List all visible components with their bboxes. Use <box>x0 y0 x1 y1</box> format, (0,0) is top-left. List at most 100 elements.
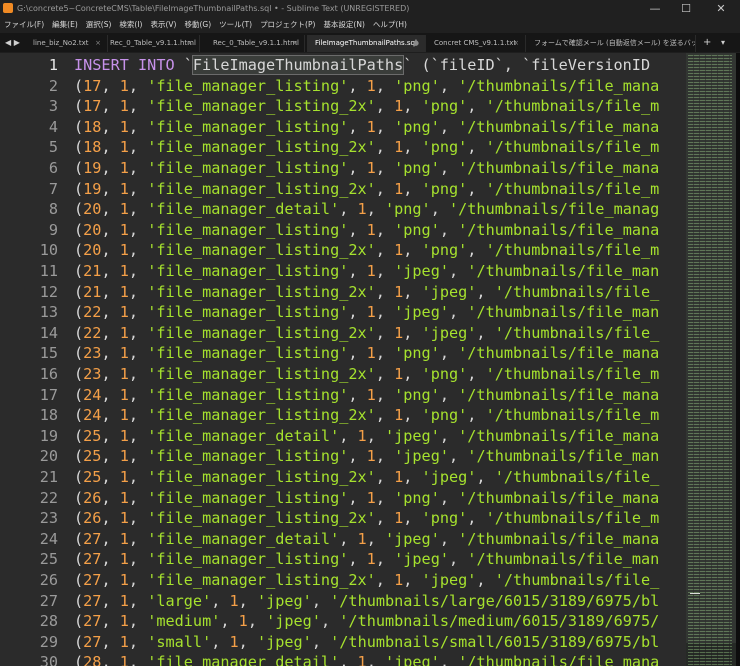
token-punc: , <box>339 426 358 445</box>
code-line[interactable]: 26 (27, 1, 'file_manager_listing_2x', 1, … <box>0 570 686 591</box>
code-line[interactable]: 29 (27, 1, 'small', 1, 'jpeg', '/thumbnai… <box>0 632 686 653</box>
token-punc: , <box>101 571 120 589</box>
menu-project[interactable]: プロジェクト(P) <box>256 17 319 33</box>
menu-edit[interactable]: 編集(E) <box>48 17 82 33</box>
token-num: 1 <box>119 468 129 486</box>
code-line[interactable]: 12 (21, 1, 'file_manager_listing_2x', 1, … <box>0 282 686 303</box>
tab-rec-table-1[interactable]: Rec_0_Table_v9.1.1.html × <box>102 35 200 52</box>
tab-list-chevron-icon[interactable]: ▾ <box>721 33 725 52</box>
minimize-button[interactable]: — <box>640 0 670 17</box>
token-punc: , <box>101 323 120 342</box>
menu-file[interactable]: ファイル(F) <box>0 17 48 33</box>
code-line[interactable]: 19 (25, 1, 'file_manager_detail', 1, 'jpe… <box>0 426 686 447</box>
code-line[interactable]: 11 (21, 1, 'file_manager_listing', 1, 'jp… <box>0 261 686 282</box>
token-num: 20 <box>83 200 102 219</box>
code-line[interactable]: 27 (27, 1, 'large', 1, 'jpeg', '/thumbnai… <box>0 591 686 612</box>
token-num: 1 <box>119 406 129 425</box>
menu-selection[interactable]: 選択(S) <box>82 17 116 33</box>
tab-close-icon[interactable]: × <box>187 35 193 52</box>
token-str: 'file_manager_listing_2x' <box>147 323 376 342</box>
token-punc: , <box>375 282 395 301</box>
code-line[interactable]: 6 (19, 1, 'file_manager_listing', 1, 'png… <box>0 158 686 179</box>
new-tab-plus-icon[interactable]: + <box>703 33 711 52</box>
minimap-viewport[interactable] <box>686 53 736 643</box>
token-num: 1 <box>394 571 404 589</box>
code-line[interactable]: 25 (27, 1, 'file_manager_listing', 1, 'jp… <box>0 549 686 570</box>
code-line[interactable]: 1 INSERT INTO `FileImageThumbnailPaths` (… <box>0 55 686 76</box>
token-kw: INTO <box>138 56 175 74</box>
code-line[interactable]: 8 (20, 1, 'file_manager_detail', 1, 'png'… <box>0 199 686 220</box>
token-str: 'jpeg' <box>384 529 440 548</box>
close-window-button[interactable]: ✕ <box>706 0 736 17</box>
tab-close-icon[interactable]: × <box>95 35 101 52</box>
code-line[interactable]: 2 (17, 1, 'file_manager_listing', 1, 'png… <box>0 76 686 97</box>
code-line[interactable]: 21 (25, 1, 'file_manager_listing_2x', 1, … <box>0 467 686 488</box>
code-line[interactable]: 28 (27, 1, 'medium', 1, 'jpeg', '/thumbna… <box>0 611 686 632</box>
code-line[interactable]: 9 (20, 1, 'file_manager_listing', 1, 'png… <box>0 220 686 241</box>
token-punc: , <box>238 591 257 610</box>
tab-close-icon[interactable]: × <box>513 35 519 52</box>
line-number: 8 <box>48 200 58 219</box>
token-str: 'png' <box>394 76 440 95</box>
code-line[interactable]: 23 (26, 1, 'file_manager_listing_2x', 1, … <box>0 508 686 529</box>
token-num: 1 <box>366 117 376 136</box>
token-punc: , <box>128 323 148 342</box>
code-line[interactable]: 16 (23, 1, 'file_manager_listing_2x', 1, … <box>0 364 686 385</box>
token-punc: , <box>467 406 486 425</box>
menu-goto[interactable]: 移動(G) <box>180 17 215 33</box>
code-text: (22, 1, 'file_manager_listing', 1, 'jpeg… <box>74 302 659 323</box>
code-line[interactable]: 10 (20, 1, 'file_manager_listing_2x', 1, … <box>0 240 686 261</box>
code-line[interactable]: 18 (24, 1, 'file_manager_listing_2x', 1, … <box>0 405 686 426</box>
code-line[interactable]: 24 (27, 1, 'file_manager_detail', 1, 'jpe… <box>0 529 686 550</box>
code-line[interactable]: 14 (22, 1, 'file_manager_listing_2x', 1, … <box>0 323 686 344</box>
tab-navigation-arrows-icon[interactable]: ◀ ▶ <box>5 33 20 52</box>
token-num: 1 <box>119 241 129 260</box>
minimap[interactable] <box>686 53 736 666</box>
tab-rec-table-2[interactable]: Rec_0_Table_v9.1.1.html × <box>205 35 305 52</box>
code-editor[interactable]: 1 INSERT INTO `FileImageThumbnailPaths` (… <box>0 53 686 666</box>
code-line[interactable]: 20 (25, 1, 'file_manager_listing', 1, 'jp… <box>0 446 686 467</box>
code-line[interactable]: 7 (19, 1, 'file_manager_listing_2x', 1, '… <box>0 179 686 200</box>
tab-file-image-thumbnail-paths[interactable]: FileImageThumbnailPaths.sql ● <box>307 35 426 52</box>
code-line[interactable]: 4 (18, 1, 'file_manager_listing', 1, 'png… <box>0 117 686 138</box>
code-line[interactable]: 3 (17, 1, 'file_manager_listing_2x', 1, '… <box>0 96 686 117</box>
menu-help[interactable]: ヘルプ(H) <box>369 17 411 33</box>
line-number: 28 <box>39 612 58 631</box>
code-line[interactable]: 15 (23, 1, 'file_manager_listing', 1, 'pn… <box>0 343 686 364</box>
sublime-app-icon <box>3 3 13 13</box>
line-number: 1 <box>48 56 58 74</box>
code-line[interactable]: 30 (28, 1, 'file_manager_detail', 1, 'jpe… <box>0 652 686 666</box>
token-punc: ( <box>74 653 84 666</box>
menu-view[interactable]: 表示(V) <box>146 17 180 33</box>
code-text: (21, 1, 'file_manager_listing_2x', 1, 'j… <box>74 282 659 303</box>
tab-form-confirm-mail[interactable]: フォームで確認メール (自動返信メール) を送るバッチ.txt <box>526 35 696 52</box>
code-line[interactable]: 22 (26, 1, 'file_manager_listing', 1, 'pn… <box>0 488 686 509</box>
code-line[interactable]: 5 (18, 1, 'file_manager_listing_2x', 1, '… <box>0 137 686 158</box>
token-str: 'file_manager_listing' <box>147 344 349 363</box>
menu-find[interactable]: 検索(I) <box>115 17 146 33</box>
token-punc: , <box>128 344 148 363</box>
token-punc: , <box>375 76 395 95</box>
token-num: 18 <box>83 117 102 136</box>
token-punc: , <box>476 571 495 589</box>
tab-unsaved-dot-icon[interactable]: ● <box>413 35 419 52</box>
token-num: 1 <box>119 76 129 95</box>
menu-preferences[interactable]: 基本設定(N) <box>319 17 368 33</box>
menu-tools[interactable]: ツール(T) <box>215 17 256 33</box>
code-line[interactable]: 13 (22, 1, 'file_manager_listing', 1, 'jp… <box>0 302 686 323</box>
tab-line-biz[interactable]: line_biz_No2.txt × <box>25 35 108 52</box>
token-str: 'jpeg' <box>266 612 321 631</box>
code-text: (18, 1, 'file_manager_listing', 1, 'png'… <box>74 117 659 138</box>
line-number: 27 <box>39 591 58 610</box>
token-punc: ( <box>74 344 84 363</box>
token-punc: , <box>101 262 120 280</box>
code-line[interactable]: 17 (24, 1, 'file_manager_listing', 1, 'pn… <box>0 385 686 406</box>
tab-close-icon[interactable]: × <box>292 35 298 52</box>
token-num: 17 <box>83 76 102 95</box>
token-num: 17 <box>83 97 102 116</box>
token-punc: , <box>375 241 395 260</box>
token-punc: ( <box>74 220 84 239</box>
maximize-button[interactable]: ☐ <box>671 0 701 17</box>
tab-concrete-cms[interactable]: Concret CMS_v9.1.1.txt × <box>426 35 526 52</box>
token-punc: , <box>430 200 449 219</box>
